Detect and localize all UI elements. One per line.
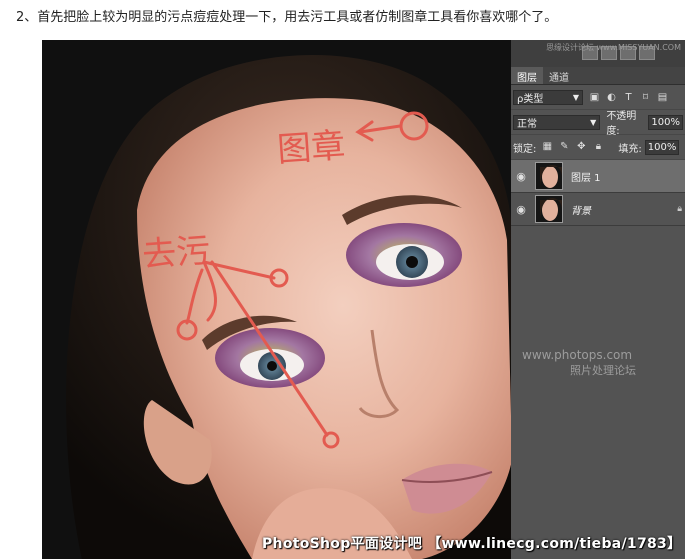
layer-thumbnail (535, 162, 563, 190)
panel-tabs: 图层 通道 (511, 67, 685, 85)
heal-annotation: 去污 (140, 230, 212, 276)
tab-layers[interactable]: 图层 (511, 67, 543, 84)
type-filter-icon[interactable]: T (623, 92, 634, 103)
blend-mode-select[interactable]: 正常 ▼ (513, 114, 601, 130)
photops-watermark-url: www.photops.com (522, 348, 633, 362)
layer-thumbnail (535, 195, 563, 223)
portrait-photo (42, 40, 512, 559)
adjustment-filter-icon[interactable]: ◐ (606, 92, 617, 103)
photops-watermark-name: 照片处理论坛 (570, 364, 636, 377)
layers-panel: 思缘设计论坛 www.MISSYUAN.COM 图层 通道 ρ类型 ▼ ▣ ◐ … (511, 40, 685, 559)
eye-icon[interactable]: ◉ (511, 170, 531, 183)
blend-mode-value: 正常 (517, 118, 537, 130)
chevron-down-icon: ▼ (572, 92, 579, 102)
eye-icon[interactable]: ◉ (511, 203, 531, 216)
fill-input[interactable]: 100% (644, 139, 680, 155)
lock-paint-icon[interactable]: ✎ (558, 141, 570, 153)
layer-name: 图层 1 (571, 172, 601, 184)
fill-label: 填充: (618, 143, 642, 155)
shape-filter-icon[interactable]: ⌑ (640, 92, 651, 103)
lock-row: 锁定: ▦ ✎ ✥ 🔒︎ 填充: 100% (511, 135, 685, 160)
lock-move-icon[interactable]: ✥ (575, 141, 587, 153)
blend-row: 正常 ▼ 不透明度: 100% (511, 110, 685, 137)
layer-row-layer1[interactable]: ◉ 图层 1 (511, 160, 685, 193)
lock-label: 锁定: (513, 143, 537, 155)
step-caption: 2、首先把脸上较为明显的污点痘痘处理一下，用去污工具或者仿制图章工具看你喜欢哪个… (16, 10, 558, 25)
tab-channels[interactable]: 通道 (543, 67, 575, 84)
layer-row-background[interactable]: ◉ 背景 🔒︎ (511, 193, 685, 226)
layer-name: 背景 (571, 205, 591, 217)
site-watermark-top: 思缘设计论坛 www.MISSYUAN.COM (546, 43, 681, 52)
smart-object-filter-icon[interactable]: ▤ (657, 92, 668, 103)
lock-transparent-icon[interactable]: ▦ (541, 141, 553, 153)
filter-type-select[interactable]: ρ类型 ▼ (513, 89, 583, 105)
filter-type-value: ρ类型 (517, 93, 544, 105)
lock-all-icon[interactable]: 🔒︎ (592, 141, 604, 153)
image-filter-icon[interactable]: ▣ (589, 92, 600, 103)
bottom-watermark: PhotoShop平面设计吧 【www.linecg.com/tieba/178… (262, 536, 682, 552)
filter-row: ρ类型 ▼ ▣ ◐ T ⌑ ▤ (511, 85, 685, 110)
stamp-annotation: 图章 (275, 125, 347, 171)
photo-canvas[interactable]: 图章 去污 (42, 40, 512, 559)
lock-icon: 🔒︎ (677, 204, 682, 214)
chevron-down-icon: ▼ (590, 117, 597, 127)
panel-top-strip: 思缘设计论坛 www.MISSYUAN.COM (511, 40, 685, 67)
opacity-label: 不透明度: (606, 111, 637, 137)
opacity-input[interactable]: 100% (648, 114, 683, 130)
